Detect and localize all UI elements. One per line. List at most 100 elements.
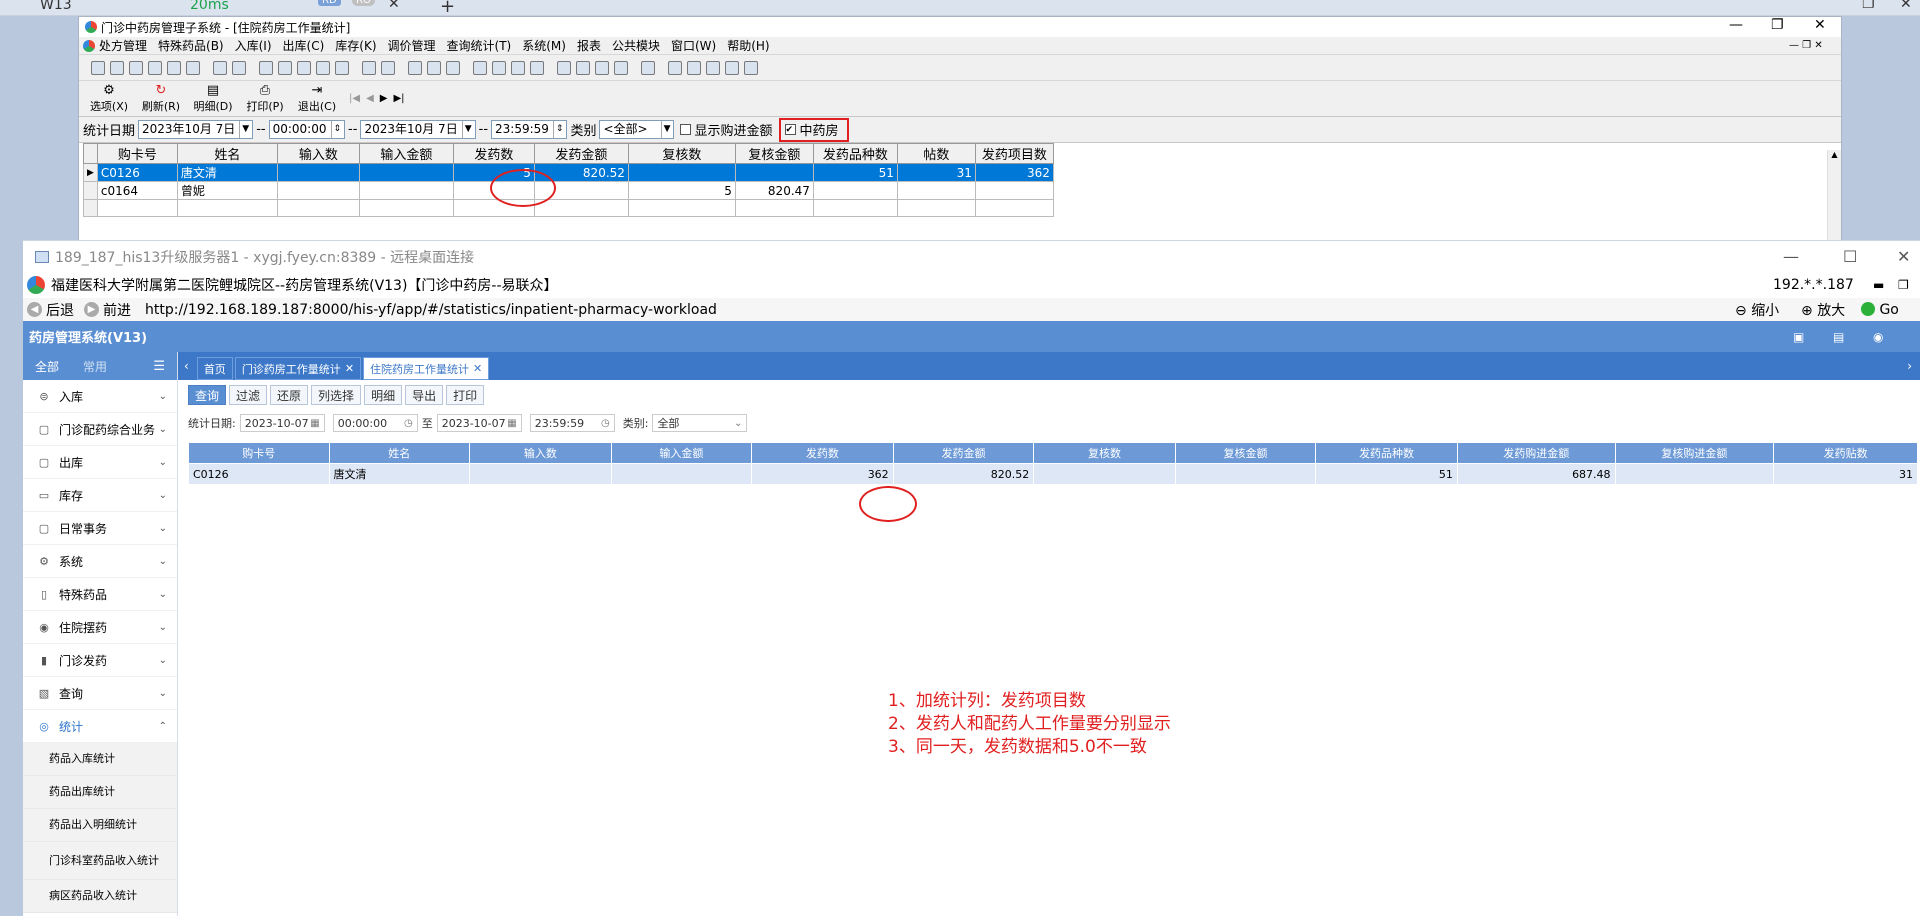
sidebar-item-inbound[interactable]: ⊜ 入库 ⌄ [23,380,177,413]
toolbar-small-icon[interactable] [427,60,441,75]
menu-item[interactable]: 入库(I) [235,37,272,54]
grid-header[interactable]: 复核金额 [734,143,814,164]
sidebar-tab-all[interactable]: 全部 [23,358,71,375]
go-button[interactable]: Go [1861,301,1899,318]
tab-close-icon[interactable]: ✕ [473,362,482,375]
toolbar-small-icon[interactable] [473,60,487,75]
menu-item[interactable]: 调价管理 [388,37,436,54]
grid-header[interactable]: 复核购进金额 [1614,442,1775,464]
grid-header[interactable]: 帖数 [896,143,976,164]
toolbar-small-icon[interactable] [167,60,181,75]
app-restore-icon[interactable]: ❐ [1898,278,1909,292]
menu-toggle-icon[interactable]: ☰ [141,359,177,374]
toolbar-small-icon[interactable] [232,60,246,75]
table-row[interactable]: ▶ C0126 唐文清 5 820.52 51 31 362 [83,163,1054,182]
herbal-pharmacy-checkbox[interactable]: ✔ [784,124,796,135]
menu-item[interactable]: 库存(K) [335,37,376,54]
toolbar-small-icon[interactable] [213,60,227,75]
filter-button[interactable]: 过滤 [229,385,268,405]
rdp-minimize-icon[interactable]: — [1783,247,1799,266]
grid-header[interactable]: 发药购进金额 [1456,442,1616,464]
sidebar-subitem[interactable]: 门诊科室药品收入统计 [23,842,177,880]
toolbar-small-icon[interactable] [186,60,200,75]
print-button[interactable]: ⎙ 打印(P) [239,83,291,114]
sidebar-item-clinic[interactable]: ▢ 门诊配药综合业务 ⌄ [23,413,177,446]
host-tab-title[interactable]: W13 [40,0,72,13]
header-icon-eye[interactable]: ◉ [1873,330,1883,344]
toolbar-small-icon[interactable] [687,60,701,75]
toolbar-small-icon[interactable] [614,60,628,75]
menu-item[interactable]: 查询统计(T) [447,37,512,54]
end-time-field[interactable]: 23:59:59 ⇕ [491,120,568,139]
toolbar-small-icon[interactable] [641,60,655,75]
type-select[interactable]: 全部 ⌄ [652,414,748,432]
host-close-icon[interactable]: ✕ [388,0,400,12]
sidebar-item-stock[interactable]: ▭ 库存 ⌄ [23,479,177,512]
grid-header[interactable]: 发药数 [751,442,894,464]
menu-item[interactable]: 系统(M) [522,37,566,54]
grid-header[interactable]: 复核数 [627,143,736,164]
toolbar-small-icon[interactable] [129,60,143,75]
legacy-restore-icon[interactable]: ❐ [1771,17,1784,33]
zoom-out-button[interactable]: ⊖ 缩小 [1735,300,1779,320]
nav-prev-icon[interactable]: ◀ [366,93,374,104]
detail-button[interactable]: 明细 [364,385,403,405]
toolbar-small-icon[interactable] [668,60,682,75]
grid-header-highlight[interactable]: 发药项目数 [974,143,1054,164]
sidebar-item-inpatient[interactable]: ◉ 住院摆药 ⌄ [23,611,177,644]
grid-header[interactable]: 发药金额 [892,442,1035,464]
type-select[interactable]: <全部> ▼ [599,120,675,139]
sidebar-tab-common[interactable]: 常用 [71,358,119,375]
start-date-input[interactable]: 2023-10-07 ▦ [239,414,325,432]
end-date-picker[interactable]: 2023年10月 7日 ▼ [360,120,476,139]
menu-item[interactable]: 窗口(W) [671,37,716,54]
tabs-left-icon[interactable]: ‹ [184,359,189,373]
nav-first-icon[interactable]: |◀ [349,93,360,104]
grid-header[interactable]: 姓名 [176,143,278,164]
export-button[interactable]: 导出 [405,385,444,405]
sidebar-item-query[interactable]: ▧ 查询 ⌄ [23,677,177,710]
rdp-maximize-icon[interactable]: ☐ [1843,247,1857,266]
host-restore-icon[interactable]: ❐ [1862,0,1875,12]
toolbar-small-icon[interactable] [316,60,330,75]
sidebar-item-outbound[interactable]: ▢ 出库 ⌄ [23,446,177,479]
toolbar-small-icon[interactable] [335,60,349,75]
host-new-tab-icon[interactable]: + [440,0,455,17]
grid-header[interactable]: 购卡号 [96,143,178,164]
grid-header[interactable]: 输入金额 [610,442,753,464]
header-icon-image[interactable]: ▣ [1793,330,1804,344]
toolbar-small-icon[interactable] [576,60,590,75]
tab-inpatient-workload[interactable]: 住院药房工作量统计 ✕ [363,357,490,380]
toolbar-small-icon[interactable] [530,60,544,75]
grid-header[interactable]: 输入金额 [358,143,454,164]
menu-item[interactable]: 特殊药品(B) [158,37,224,54]
start-time-input[interactable]: 00:00:00 ◷ [332,414,418,432]
tab-close-icon[interactable]: ✕ [345,362,354,375]
end-time-input[interactable]: 23:59:59 ◷ [529,414,615,432]
app-minimize-icon[interactable]: ▬ [1873,278,1884,292]
toolbar-small-icon[interactable] [381,60,395,75]
toolbar-small-icon[interactable] [725,60,739,75]
menu-item[interactable]: 报表 [577,37,601,54]
legacy-minimize-icon[interactable]: — [1729,17,1743,33]
nav-last-icon[interactable]: ▶| [393,93,404,104]
sidebar-item-daily[interactable]: ▢ 日常事务 ⌄ [23,512,177,545]
forward-button[interactable]: 前进 [103,300,131,320]
header-icon-doc[interactable]: ▤ [1833,330,1844,344]
exit-button[interactable]: ⇥ 退出(C) [291,83,343,114]
toolbar-small-icon[interactable] [595,60,609,75]
toolbar-small-icon[interactable] [446,60,460,75]
grid-header[interactable]: 发药品种数 [1315,442,1458,464]
toolbar-small-icon[interactable] [706,60,720,75]
grid-header[interactable]: 发药贴数 [1773,442,1918,464]
grid-header[interactable]: 姓名 [328,442,471,464]
sidebar-item-special-drug[interactable]: ▯ 特殊药品 ⌄ [23,578,177,611]
grid-header[interactable]: 输入数 [469,442,612,464]
toolbar-small-icon[interactable] [362,60,376,75]
show-purchase-checkbox[interactable] [680,124,692,135]
grid-header[interactable]: 购卡号 [188,442,330,464]
sidebar-subitem[interactable]: 药品入库统计 [23,743,177,776]
legacy-close-icon[interactable]: ✕ [1814,17,1826,33]
menu-item[interactable]: 处方管理 [99,37,147,54]
grid-header[interactable]: 复核金额 [1174,442,1317,464]
